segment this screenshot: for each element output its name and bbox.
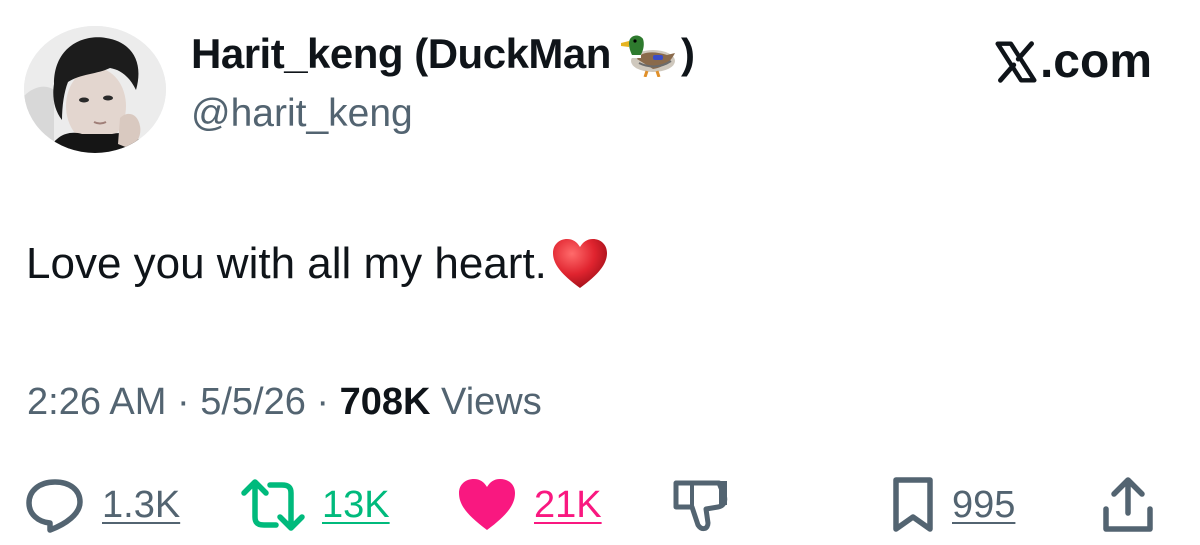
heart-icon [459, 479, 515, 530]
reply-button[interactable]: 1.3K [24, 470, 180, 540]
share-button[interactable] [1100, 470, 1156, 540]
share-icon [1103, 477, 1153, 532]
tweet-text: Love you with all my heart. [26, 238, 609, 290]
tweet-text-body: Love you with all my heart. [26, 239, 547, 288]
like-count[interactable]: 21K [534, 484, 602, 527]
retweet-button[interactable]: 13K [240, 470, 390, 540]
reply-count[interactable]: 1.3K [102, 484, 180, 527]
x-logo-icon [994, 40, 1038, 84]
tweet-time[interactable]: 2:26 AM [27, 381, 166, 423]
author-name-text: Harit_keng (DuckMan [191, 30, 611, 77]
avatar[interactable] [24, 26, 166, 153]
tweet-date[interactable]: 5/5/26 [200, 381, 306, 423]
retweet-icon [241, 479, 305, 531]
views-count: 708K [339, 381, 431, 423]
bookmark-icon [893, 477, 933, 532]
thumbs-down-icon [673, 480, 728, 532]
author-name-suffix: ) [680, 30, 695, 77]
reply-icon [26, 479, 83, 533]
dislike-button[interactable] [672, 470, 732, 540]
author-display-name[interactable]: Harit_keng (DuckMan ) [191, 30, 695, 78]
views-label: Views [441, 381, 542, 423]
author-handle[interactable]: @harit_keng [191, 92, 413, 136]
tweet-meta: 2:26 AM · 5/5/26 · 708K Views [27, 381, 542, 424]
duck-emoji [619, 31, 679, 77]
brand-logo: .com [994, 34, 1152, 89]
meta-separator: · [316, 381, 330, 423]
bookmark-button[interactable]: 995 [890, 470, 1015, 540]
bookmark-count[interactable]: 995 [952, 484, 1015, 527]
retweet-count[interactable]: 13K [322, 484, 390, 527]
like-button[interactable]: 21K [456, 470, 602, 540]
profile-photo [24, 26, 166, 153]
action-bar: 1.3K 13K 21K 995 [0, 470, 1200, 540]
meta-separator: · [176, 381, 190, 423]
red-heart-emoji [551, 238, 609, 290]
brand-label: .com [1039, 35, 1152, 88]
